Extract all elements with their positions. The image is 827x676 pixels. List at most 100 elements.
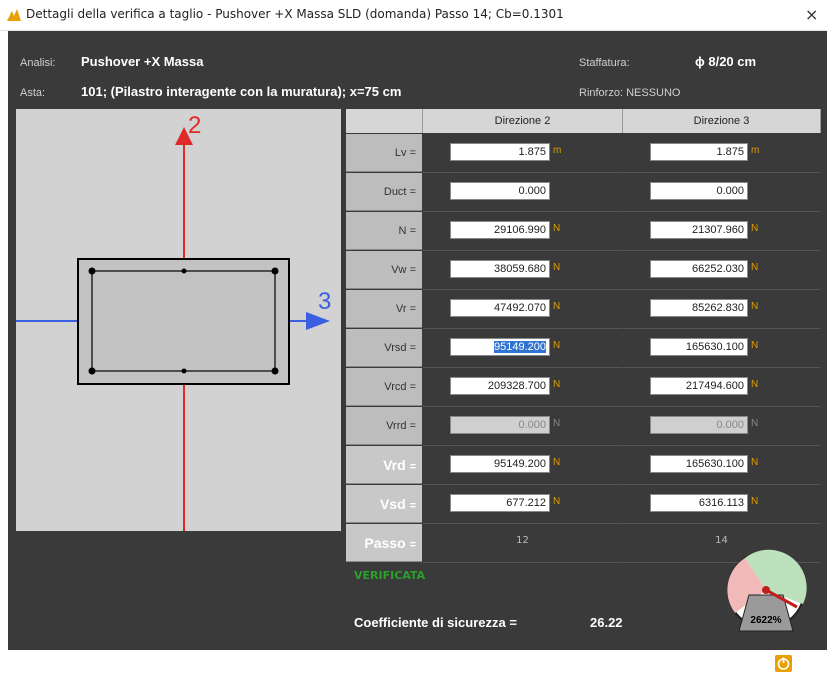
analisi-value: Pushover +X Massa — [81, 54, 204, 69]
unit-label: N — [553, 223, 561, 234]
row-label-text: Duct — [383, 186, 407, 198]
row-equals: = — [409, 381, 416, 393]
close-icon[interactable]: × — [805, 5, 818, 24]
table-cell: 85262.830 N — [623, 290, 820, 329]
duct-dir3-field[interactable]: 0.000 — [650, 182, 748, 200]
vrsd-dir3-field[interactable]: 165630.100 — [650, 338, 748, 356]
duct-dir2-field[interactable]: 0.000 — [450, 182, 550, 200]
cross-section-view: 2 3 — [16, 109, 341, 531]
unit-label: N — [751, 418, 759, 429]
staffatura-value: ϕ 8/20 cm — [695, 54, 757, 69]
rebar-dot — [271, 367, 279, 375]
unit-label: N — [751, 457, 759, 468]
row-label: Vrcd = — [346, 368, 422, 406]
verification-status: VERIFICATA — [354, 569, 426, 582]
row-equals: = — [409, 420, 416, 432]
lv-dir2-field[interactable]: 1.875 — [450, 143, 550, 161]
table-cell: 47492.070 N — [423, 290, 622, 329]
app-logo-icon — [7, 9, 21, 21]
vr-dir3-field[interactable]: 85262.830 — [650, 299, 748, 317]
rebar-dot — [181, 368, 187, 374]
unit-label: N — [553, 262, 561, 273]
row-label-text: Vr — [395, 303, 407, 315]
table-cell: 12 — [423, 524, 622, 563]
gauge-percent-label: 2622% — [750, 615, 781, 626]
table-cell: 1.875 m — [623, 134, 820, 173]
passo-value: 14 — [715, 535, 728, 546]
row-label: Vrsd = — [346, 329, 422, 367]
vrsd-dir2-field[interactable]: 95149.200 — [450, 338, 550, 356]
unit-label: N — [751, 262, 759, 273]
table-cell: 0.000 — [423, 173, 622, 212]
axis-3-label: 3 — [318, 288, 331, 315]
row-equals: = — [409, 500, 416, 512]
row-label: Vrrd = — [346, 407, 422, 445]
row-label-text: N — [398, 225, 407, 237]
analisi-label: Analisi: — [20, 57, 56, 69]
table-cell: 0.000 N — [423, 407, 622, 446]
asta-label: Asta: — [20, 87, 46, 99]
dialog-body: Analisi: Pushover +X Massa Asta: 101; (P… — [8, 31, 827, 672]
unit-label: m — [553, 145, 562, 156]
close-button[interactable]: Chiudi — [772, 654, 827, 676]
row-label-text: Lv — [394, 147, 407, 159]
n-dir2-field[interactable]: 29106.990 — [450, 221, 550, 239]
vrcd-dir2-field[interactable]: 209328.700 — [450, 377, 550, 395]
row-label: Lv = — [346, 134, 422, 172]
vw-dir2-field[interactable]: 38059.680 — [450, 260, 550, 278]
table-cell: 21307.960 N — [623, 212, 820, 251]
vrrd-dir2-field[interactable]: 0.000 — [450, 416, 550, 434]
vw-dir3-field[interactable]: 66252.030 — [650, 260, 748, 278]
unit-label: N — [751, 496, 759, 507]
safety-coefficient-value: 26.22 — [590, 615, 623, 630]
row-equals: = — [409, 186, 416, 198]
results-table: Direzione 2 Direzione 3 Lv = 1.875 m 1.875 m… — [346, 109, 821, 563]
row-label: Duct = — [346, 173, 422, 211]
unit-label: N — [751, 340, 759, 351]
row-label-text: Vrrd — [386, 420, 407, 432]
power-icon — [775, 655, 792, 672]
row-label: Vr = — [346, 290, 422, 328]
vrd-dir3-field[interactable]: 165630.100 — [650, 455, 748, 473]
passo-value: 12 — [516, 535, 529, 546]
unit-label: N — [751, 301, 759, 312]
unit-label: N — [553, 457, 561, 468]
table-cell: 95149.200 N — [423, 329, 622, 368]
unit-label: N — [553, 301, 561, 312]
vsd-dir3-field[interactable]: 6316.113 — [650, 494, 748, 512]
lv-dir3-field[interactable]: 1.875 — [650, 143, 748, 161]
table-cell: 677.212 N — [423, 485, 622, 524]
unit-label: N — [553, 340, 561, 351]
vsd-dir2-field[interactable]: 677.212 — [450, 494, 550, 512]
n-dir3-field[interactable]: 21307.960 — [650, 221, 748, 239]
row-equals: = — [409, 303, 416, 315]
row-equals: = — [409, 264, 416, 276]
row-label-text: Vw — [391, 264, 407, 276]
row-label-text: Vrcd — [384, 381, 407, 393]
cross-section-drawing: 2 3 — [16, 112, 331, 531]
table-cell: 95149.200 N — [423, 446, 622, 485]
row-equals: = — [409, 342, 416, 354]
row-label-text: Vrsd — [384, 342, 407, 354]
table-cell: 0.000 N — [623, 407, 820, 446]
column-header-direzione-3: Direzione 3 — [623, 109, 821, 133]
row-equals: = — [409, 225, 416, 237]
row-label: Passo = — [346, 524, 422, 562]
table-corner — [346, 109, 423, 133]
vr-dir2-field[interactable]: 47492.070 — [450, 299, 550, 317]
row-label: Vsd = — [346, 485, 422, 523]
table-cell: 38059.680 N — [423, 251, 622, 290]
column-outline — [77, 258, 290, 385]
close-button-label: Chiudi — [800, 657, 827, 671]
vrrd-dir3-field[interactable]: 0.000 — [650, 416, 748, 434]
table-cell: 165630.100 N — [623, 446, 820, 485]
table-cell: 0.000 — [623, 173, 820, 212]
row-equals: = — [409, 461, 416, 473]
vrcd-dir3-field[interactable]: 217494.600 — [650, 377, 748, 395]
vrd-dir2-field[interactable]: 95149.200 — [450, 455, 550, 473]
unit-label: N — [553, 496, 561, 507]
title-bar: Dettagli della verifica a taglio - Pusho… — [0, 0, 827, 31]
table-cell: 217494.600 N — [623, 368, 820, 407]
row-label: Vw = — [346, 251, 422, 289]
rebar-dot — [88, 367, 96, 375]
